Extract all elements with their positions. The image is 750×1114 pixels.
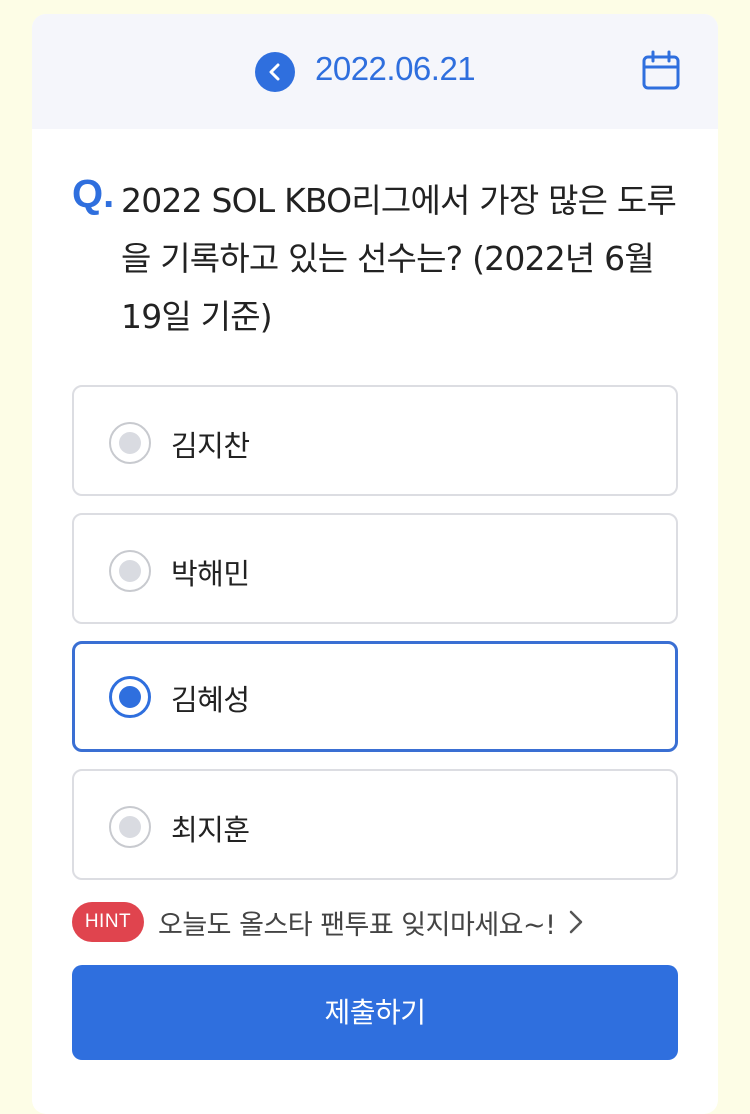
radio-button[interactable] [109,422,151,464]
question-marker: Q. [72,172,115,216]
radio-dot [119,432,141,454]
option-label: 김혜성 [171,683,250,717]
answer-option-3[interactable]: 김혜성 [72,641,678,752]
date-header: 2022.06.21 [32,14,718,129]
question-text: 2022 SOL KBO리그에서 가장 많은 도루을 기록하고 있는 선수는? … [121,181,677,336]
current-date: 2022.06.21 [315,50,476,87]
radio-dot [119,816,141,838]
chevron-left-icon [269,63,280,81]
radio-dot [119,560,141,582]
option-label: 김지찬 [171,429,250,463]
prev-date-button[interactable] [255,52,295,92]
hint-text: 오늘도 올스타 팬투표 잊지마세요~! [158,909,556,941]
quiz-card: 2022.06.21 Q. 2022 SOL KBO리그에서 가장 많은 도루을… [32,14,718,1114]
answer-option-1[interactable]: 김지찬 [72,385,678,496]
hint-link[interactable]: HINT 오늘도 올스타 팬투표 잊지마세요~! [72,902,692,942]
option-label: 최지훈 [171,813,250,847]
radio-button[interactable] [109,550,151,592]
radio-dot [119,686,141,708]
option-label: 박해민 [171,557,250,591]
submit-button[interactable]: 제출하기 [72,965,678,1060]
calendar-icon [642,50,680,90]
answer-option-2[interactable]: 박해민 [72,513,678,624]
hint-badge: HINT [72,902,144,942]
calendar-button[interactable] [640,50,682,92]
radio-button[interactable] [109,676,151,718]
chevron-right-icon [570,910,583,934]
radio-button[interactable] [109,806,151,848]
answer-option-4[interactable]: 최지훈 [72,769,678,880]
